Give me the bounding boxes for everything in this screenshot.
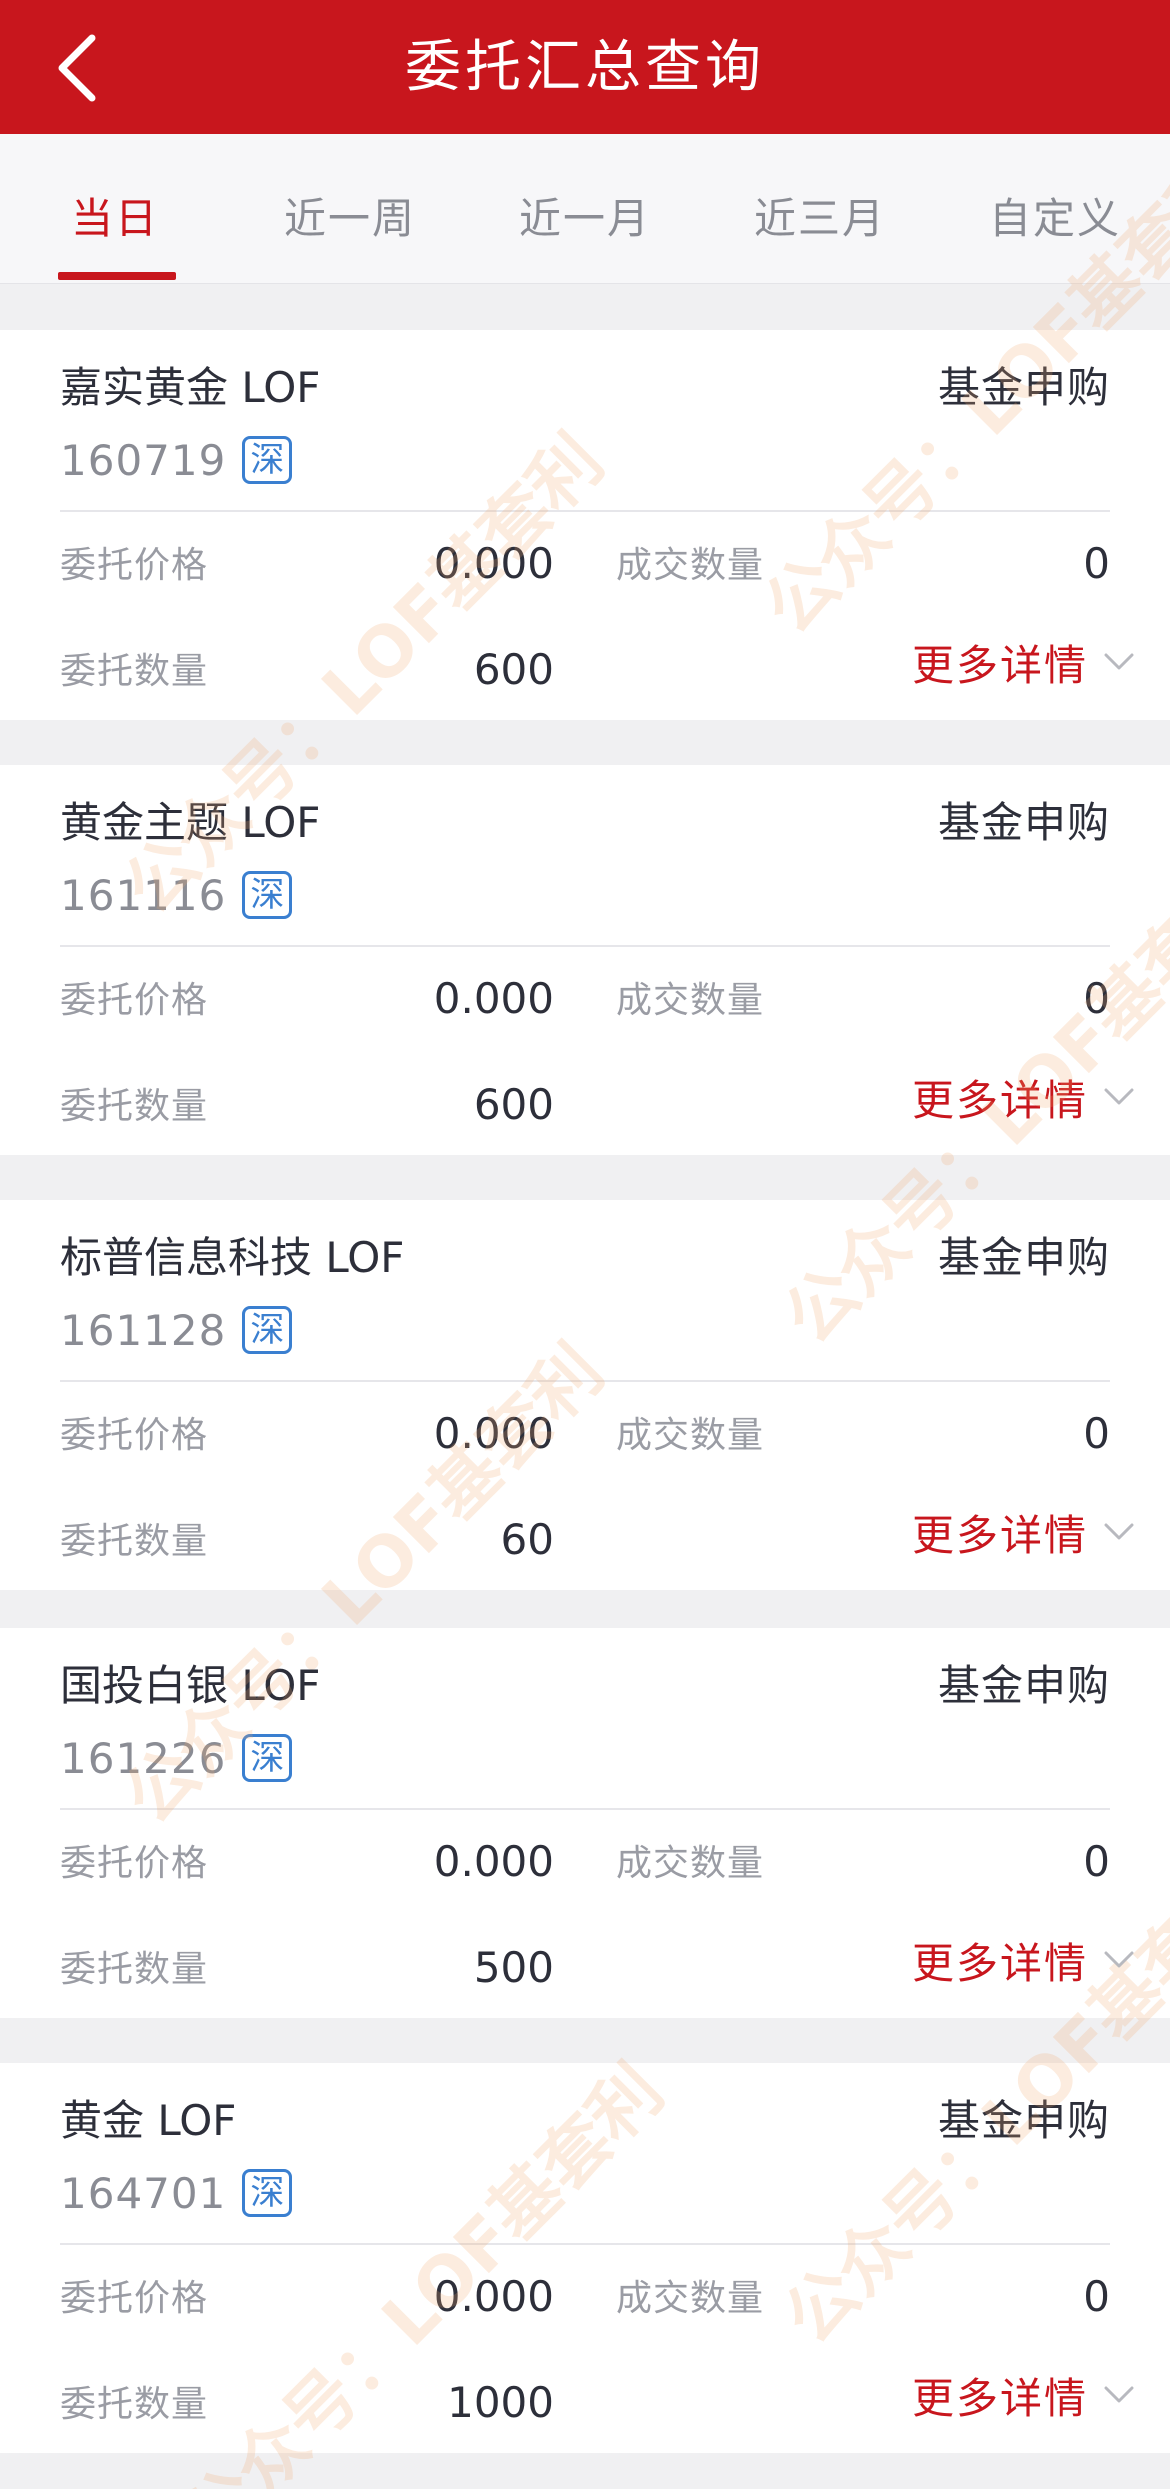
order-qty-label: 委托数量 (60, 1521, 209, 1562)
fund-name: 黄金主题 LOF (60, 798, 321, 847)
order-card: 标普信息科技 LOF 基金申购 161128 深 委托价格 0.000 成交数量… (0, 1200, 1170, 1590)
fund-code-row: 160719 深 (60, 430, 293, 490)
market-badge: 深 (242, 436, 293, 484)
order-price-label: 委托价格 (60, 1843, 209, 1884)
market-badge: 深 (242, 1734, 293, 1782)
filled-qty-label: 成交数量 (616, 1843, 765, 1884)
order-price-label: 委托价格 (60, 545, 209, 586)
tab-month[interactable]: 近一月 (505, 184, 665, 254)
tab-today[interactable]: 当日 (40, 184, 190, 254)
order-qty-value: 600 (473, 1080, 554, 1129)
more-details-label: 更多详情 (911, 1938, 1088, 1988)
more-details-button[interactable]: 更多详情 (912, 1504, 1134, 1560)
order-price-value: 0.000 (433, 974, 554, 1023)
order-type: 基金申购 (937, 2096, 1110, 2145)
tab-three-months[interactable]: 近三月 (740, 184, 900, 254)
fund-name: 标普信息科技 LOF (60, 1233, 405, 1282)
divider (60, 510, 1110, 512)
order-price-label: 委托价格 (60, 1415, 209, 1456)
filled-qty-label: 成交数量 (616, 1415, 765, 1456)
nav-bar: 委托汇总查询 (0, 0, 1170, 134)
order-type: 基金申购 (937, 1661, 1110, 1710)
divider (60, 1380, 1110, 1382)
fund-name: 国投白银 LOF (60, 1661, 321, 1710)
chevron-down-icon (1104, 1523, 1134, 1540)
active-tab-indicator (58, 272, 176, 280)
fund-name: 黄金 LOF (60, 2096, 237, 2145)
more-details-label: 更多详情 (911, 2373, 1088, 2423)
market-badge: 深 (242, 2169, 293, 2217)
filled-qty-label: 成交数量 (616, 980, 765, 1021)
filled-qty-value: 0 (1083, 2272, 1110, 2321)
order-price-value: 0.000 (433, 1409, 554, 1458)
chevron-down-icon (1104, 653, 1134, 670)
order-price-label: 委托价格 (60, 2278, 209, 2319)
fund-code-row: 161128 深 (60, 1300, 293, 1360)
market-badge: 深 (242, 1306, 293, 1354)
order-card: 嘉实黄金 LOF 基金申购 160719 深 委托价格 0.000 成交数量 0… (0, 330, 1170, 720)
filled-qty-value: 0 (1083, 1409, 1110, 1458)
tab-week[interactable]: 近一周 (270, 184, 430, 254)
fund-code: 161128 (60, 1305, 227, 1355)
order-type: 基金申购 (937, 1233, 1110, 1282)
fund-code: 164701 (60, 2168, 227, 2218)
more-details-label: 更多详情 (911, 1510, 1088, 1560)
order-card: 国投白银 LOF 基金申购 161226 深 委托价格 0.000 成交数量 0… (0, 1628, 1170, 2018)
filled-qty-value: 0 (1083, 974, 1110, 1023)
order-price-value: 0.000 (433, 2272, 554, 2321)
chevron-down-icon (1104, 1951, 1134, 1968)
divider (60, 1808, 1110, 1810)
more-details-label: 更多详情 (911, 640, 1088, 690)
order-qty-label: 委托数量 (60, 651, 209, 692)
page-title: 委托汇总查询 (405, 35, 765, 100)
fund-code: 161226 (60, 1733, 227, 1783)
more-details-button[interactable]: 更多详情 (912, 2367, 1134, 2423)
order-type: 基金申购 (937, 363, 1110, 412)
divider (60, 945, 1110, 947)
filled-qty-label: 成交数量 (616, 545, 765, 586)
more-details-label: 更多详情 (911, 1075, 1088, 1125)
divider (60, 2243, 1110, 2245)
fund-name: 嘉实黄金 LOF (60, 363, 321, 412)
fund-code: 160719 (60, 435, 227, 485)
more-details-button[interactable]: 更多详情 (912, 634, 1134, 690)
order-price-value: 0.000 (433, 539, 554, 588)
filled-qty-value: 0 (1083, 1837, 1110, 1886)
fund-code: 161116 (60, 870, 227, 920)
tab-custom[interactable]: 自定义 (975, 184, 1135, 254)
order-qty-label: 委托数量 (60, 1086, 209, 1127)
order-qty-value: 60 (500, 1515, 554, 1564)
order-card: 黄金主题 LOF 基金申购 161116 深 委托价格 0.000 成交数量 0… (0, 765, 1170, 1155)
fund-code-row: 161226 深 (60, 1728, 293, 1788)
order-type: 基金申购 (937, 798, 1110, 847)
more-details-button[interactable]: 更多详情 (912, 1069, 1134, 1125)
fund-code-row: 164701 深 (60, 2163, 293, 2223)
order-qty-value: 500 (473, 1943, 554, 1992)
order-qty-value: 1000 (447, 2378, 554, 2427)
order-qty-label: 委托数量 (60, 2384, 209, 2425)
market-badge: 深 (242, 871, 293, 919)
more-details-button[interactable]: 更多详情 (912, 1932, 1134, 1988)
chevron-down-icon (1104, 2386, 1134, 2403)
filled-qty-label: 成交数量 (616, 2278, 765, 2319)
order-card: 黄金 LOF 基金申购 164701 深 委托价格 0.000 成交数量 0 委… (0, 2063, 1170, 2453)
order-qty-label: 委托数量 (60, 1949, 209, 1990)
date-range-tabs: 当日 近一周 近一月 近三月 自定义 (0, 134, 1170, 284)
filled-qty-value: 0 (1083, 539, 1110, 588)
fund-code-row: 161116 深 (60, 865, 293, 925)
order-price-value: 0.000 (433, 1837, 554, 1886)
order-qty-value: 600 (473, 645, 554, 694)
order-price-label: 委托价格 (60, 980, 209, 1021)
chevron-down-icon (1104, 1088, 1134, 1105)
